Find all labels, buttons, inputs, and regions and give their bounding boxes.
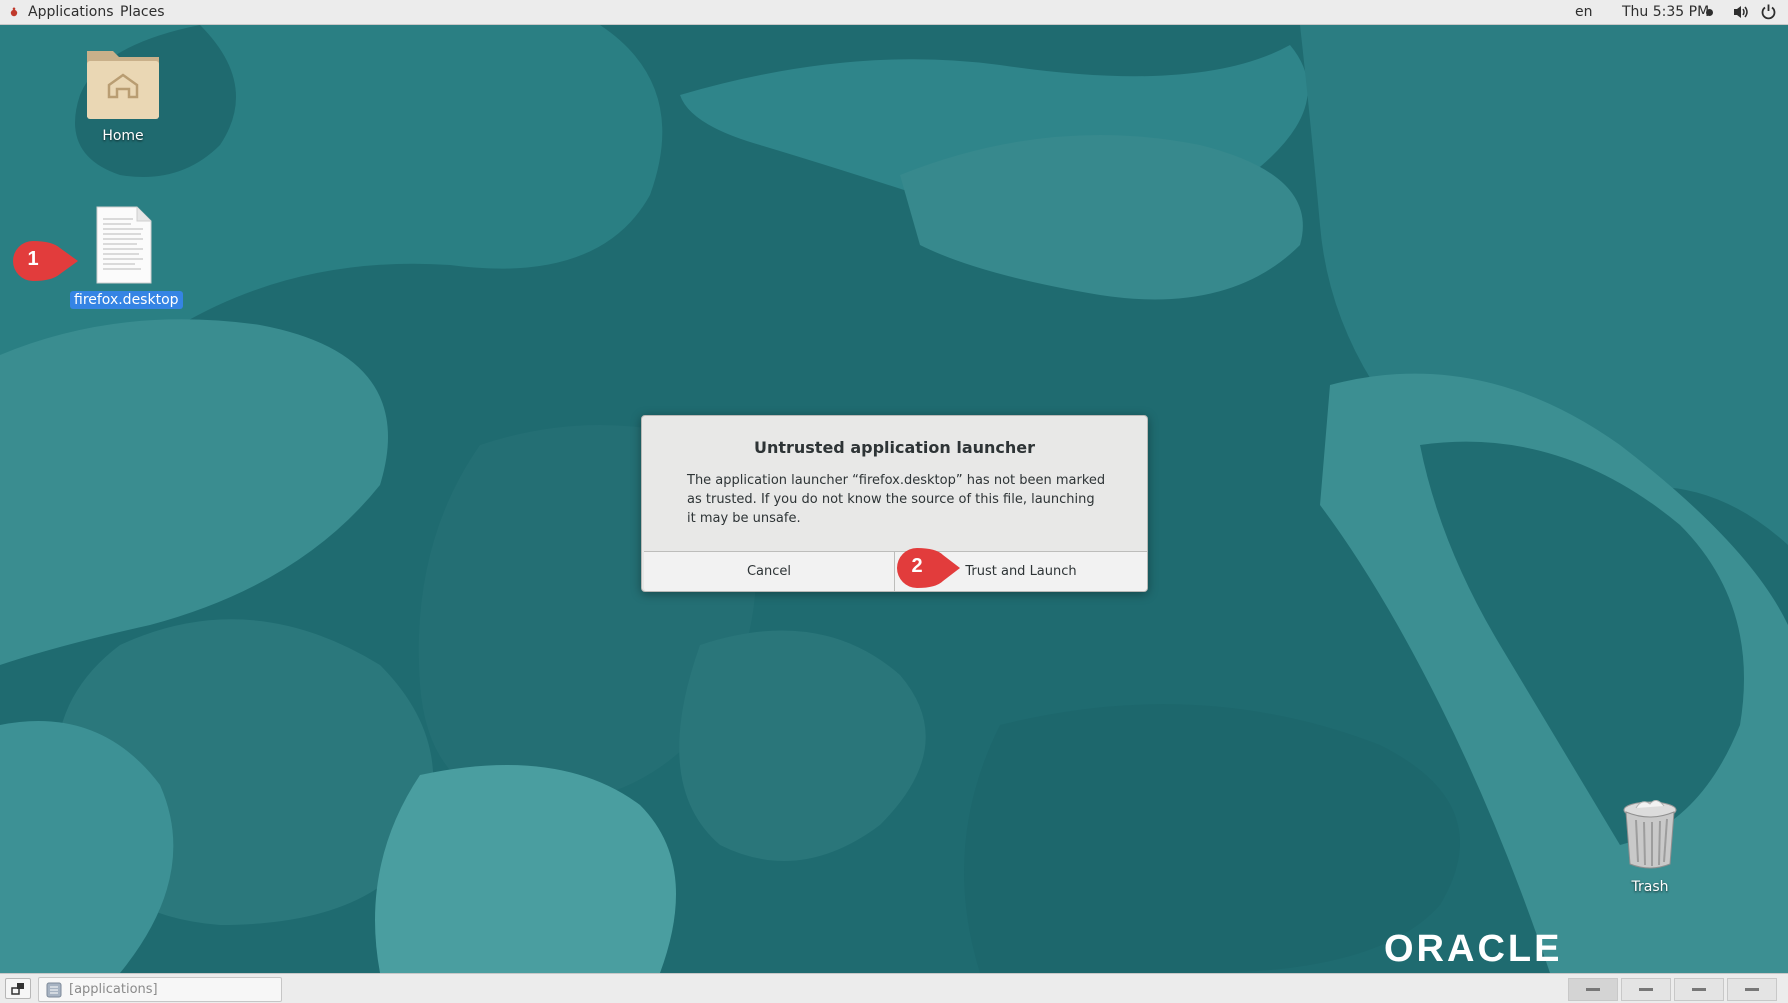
language-indicator[interactable]: en: [1575, 4, 1593, 20]
desktop-icon-firefox-desktop[interactable]: firefox.desktop: [70, 205, 183, 309]
callout-marker-2: 2: [896, 547, 960, 589]
bottom-panel: [applications]: [0, 973, 1788, 1003]
oracle-logo: ORACLE: [1384, 928, 1563, 970]
dialog-title: Untrusted application launcher: [753, 438, 1036, 457]
power-icon[interactable]: [1760, 3, 1777, 20]
trash-icon: [1623, 800, 1677, 869]
top-panel: Applications Places en Thu 5:35 PM: [0, 0, 1788, 25]
window-icon: [46, 982, 62, 998]
callout-number: 2: [911, 555, 923, 577]
workspace-indicator-icon: [1745, 988, 1759, 991]
gnome-foot-icon: [10, 7, 18, 17]
workspace-4[interactable]: [1727, 978, 1777, 1001]
desktop-icon-label: firefox.desktop: [70, 291, 183, 309]
show-desktop-button[interactable]: [5, 978, 31, 999]
desktop-icon-label: Trash: [1631, 879, 1669, 895]
desktop-icon-label: Home: [102, 128, 144, 144]
taskbar-window-label: [applications]: [69, 982, 158, 997]
applications-menu[interactable]: Applications: [28, 4, 114, 20]
callout-marker-1: 1: [12, 240, 78, 282]
workspace-2[interactable]: [1621, 978, 1671, 1001]
text-file-icon: [96, 206, 152, 284]
untrusted-launcher-dialog: Untrusted application launcher The appli…: [641, 415, 1148, 592]
workspace-indicator-icon: [1639, 988, 1653, 991]
places-menu[interactable]: Places: [120, 4, 165, 20]
notification-dot-icon: [1706, 9, 1713, 16]
callout-number: 1: [27, 248, 39, 270]
cancel-button[interactable]: Cancel: [644, 551, 895, 591]
volume-icon[interactable]: [1732, 4, 1750, 20]
desktop-icon-home[interactable]: Home: [70, 45, 176, 145]
workspace-3[interactable]: [1674, 978, 1724, 1001]
workspace-1[interactable]: [1568, 978, 1618, 1001]
show-desktop-icon: [11, 983, 24, 995]
home-folder-icon: [87, 51, 159, 119]
workspace-indicator-icon: [1586, 988, 1600, 991]
taskbar-window-applications[interactable]: [applications]: [38, 977, 282, 1002]
workspace-indicator-icon: [1692, 988, 1706, 991]
desktop-icon-trash[interactable]: Trash: [1610, 796, 1690, 896]
dialog-message: The application launcher “firefox.deskto…: [687, 473, 1106, 526]
clock[interactable]: Thu 5:35 PM: [1622, 4, 1709, 20]
